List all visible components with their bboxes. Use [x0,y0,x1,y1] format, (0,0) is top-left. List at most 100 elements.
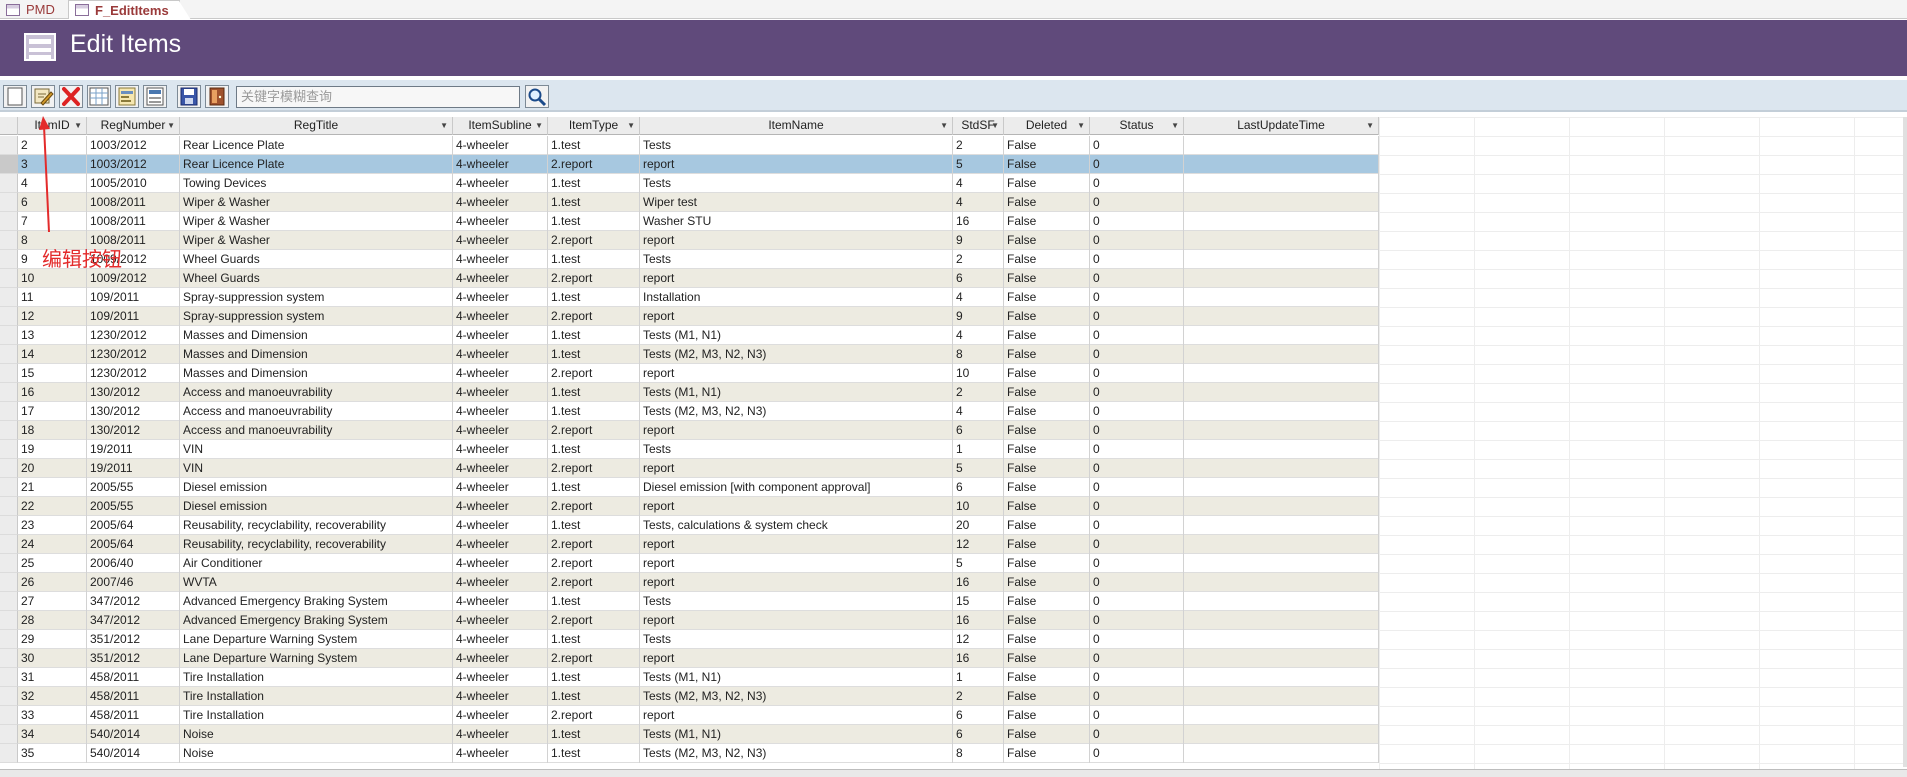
record-selector[interactable] [0,478,18,497]
cell-lastupdatetime[interactable] [1184,535,1379,554]
cell-regtitle[interactable]: Noise [180,744,453,763]
cell-regnumber[interactable]: 1003/2012 [87,136,180,155]
cell-itemid[interactable]: 25 [18,554,87,573]
cell-status[interactable]: 0 [1090,269,1184,288]
cell-itemname[interactable]: Tests (M2, M3, N2, N3) [640,402,953,421]
cell-status[interactable]: 0 [1090,174,1184,193]
cell-stdsf[interactable]: 4 [953,174,1004,193]
cell-regtitle[interactable]: VIN [180,459,453,478]
cell-itemname[interactable]: Wiper test [640,193,953,212]
cell-itemtype[interactable]: 1.test [548,592,640,611]
record-selector[interactable] [0,326,18,345]
cell-regnumber[interactable]: 2006/40 [87,554,180,573]
cell-itemname[interactable]: report [640,421,953,440]
cell-stdsf[interactable]: 4 [953,326,1004,345]
record-selector[interactable] [0,459,18,478]
new-record-button[interactable] [3,85,27,108]
table-row[interactable]: 25 2006/40 Air Conditioner 4-wheeler 2.repor… [18,554,1379,573]
cell-itemsubline[interactable]: 4-wheeler [453,668,548,687]
form-view-button[interactable] [115,85,139,108]
cell-itemtype[interactable]: 1.test [548,402,640,421]
cell-itemname[interactable]: report [640,307,953,326]
cell-lastupdatetime[interactable] [1184,687,1379,706]
cell-itemid[interactable]: 20 [18,459,87,478]
cell-itemname[interactable]: Tests [640,174,953,193]
cell-itemtype[interactable]: 2.report [548,155,640,174]
cell-itemtype[interactable]: 1.test [548,725,640,744]
cell-itemtype[interactable]: 2.report [548,497,640,516]
cell-itemtype[interactable]: 1.test [548,174,640,193]
cell-lastupdatetime[interactable] [1184,269,1379,288]
cell-regnumber[interactable]: 130/2012 [87,402,180,421]
cell-lastupdatetime[interactable] [1184,155,1379,174]
cell-itemid[interactable]: 18 [18,421,87,440]
cell-itemsubline[interactable]: 4-wheeler [453,497,548,516]
cell-deleted[interactable]: False [1004,136,1090,155]
cell-itemname[interactable]: report [640,497,953,516]
cell-deleted[interactable]: False [1004,421,1090,440]
table-row[interactable]: 9 1009/2012 Wheel Guards 4-wheeler 1.test Tes… [18,250,1379,269]
cell-lastupdatetime[interactable] [1184,250,1379,269]
cell-deleted[interactable]: False [1004,307,1090,326]
cell-itemname[interactable]: report [640,573,953,592]
cell-stdsf[interactable]: 6 [953,725,1004,744]
cell-itemname[interactable]: Tests (M1, N1) [640,725,953,744]
cell-regnumber[interactable]: 540/2014 [87,744,180,763]
cell-regtitle[interactable]: Advanced Emergency Braking System [180,592,453,611]
cell-deleted[interactable]: False [1004,250,1090,269]
cell-status[interactable]: 0 [1090,630,1184,649]
cell-status[interactable]: 0 [1090,212,1184,231]
cell-stdsf[interactable]: 6 [953,706,1004,725]
cell-itemid[interactable]: 23 [18,516,87,535]
cell-itemname[interactable]: Tests [640,630,953,649]
cell-regnumber[interactable]: 19/2011 [87,459,180,478]
cell-stdsf[interactable]: 2 [953,383,1004,402]
cell-itemtype[interactable]: 2.report [548,231,640,250]
cell-regnumber[interactable]: 351/2012 [87,630,180,649]
cell-regtitle[interactable]: Noise [180,725,453,744]
table-row[interactable]: 32 458/2011 Tire Installation 4-wheeler 1.te… [18,687,1379,706]
cell-itemtype[interactable]: 1.test [548,668,640,687]
cell-deleted[interactable]: False [1004,383,1090,402]
table-row[interactable]: 15 1230/2012 Masses and Dimension 4-wheeler… [18,364,1379,383]
cell-regtitle[interactable]: Access and manoeuvrability [180,421,453,440]
column-header-itemtype[interactable]: ItemType ▼ [548,117,640,135]
table-row[interactable]: 28 347/2012 Advanced Emergency Braking Sys… [18,611,1379,630]
table-row[interactable]: 10 1009/2012 Wheel Guards 4-wheeler 2.report… [18,269,1379,288]
cell-regtitle[interactable]: Advanced Emergency Braking System [180,611,453,630]
cell-stdsf[interactable]: 9 [953,231,1004,250]
cell-itemname[interactable]: report [640,535,953,554]
cell-itemsubline[interactable]: 4-wheeler [453,383,548,402]
record-selector[interactable] [0,706,18,725]
cell-lastupdatetime[interactable] [1184,174,1379,193]
dropdown-arrow-icon[interactable]: ▼ [74,117,82,134]
cell-itemsubline[interactable]: 4-wheeler [453,231,548,250]
cell-regtitle[interactable]: WVTA [180,573,453,592]
cell-itemid[interactable]: 32 [18,687,87,706]
cell-status[interactable]: 0 [1090,744,1184,763]
table-row[interactable]: 14 1230/2012 Masses and Dimension 4-wheeler… [18,345,1379,364]
cell-itemtype[interactable]: 2.report [548,421,640,440]
cell-stdsf[interactable]: 6 [953,421,1004,440]
cell-itemid[interactable]: 14 [18,345,87,364]
cell-status[interactable]: 0 [1090,307,1184,326]
cell-itemsubline[interactable]: 4-wheeler [453,554,548,573]
cell-regnumber[interactable]: 1230/2012 [87,364,180,383]
record-selector[interactable] [0,744,18,763]
cell-regnumber[interactable]: 458/2011 [87,668,180,687]
table-row[interactable]: 30 351/2012 Lane Departure Warning System 4… [18,649,1379,668]
cell-itemtype[interactable]: 2.report [548,706,640,725]
cell-regtitle[interactable]: Rear Licence Plate [180,155,453,174]
table-row[interactable]: 20 19/2011 VIN 4-wheeler 2.report report 5 Fals… [18,459,1379,478]
cell-itemid[interactable]: 22 [18,497,87,516]
cell-lastupdatetime[interactable] [1184,725,1379,744]
cell-itemname[interactable]: report [640,611,953,630]
cell-lastupdatetime[interactable] [1184,402,1379,421]
table-row[interactable]: 31 458/2011 Tire Installation 4-wheeler 1.te… [18,668,1379,687]
table-row[interactable]: 12 109/2011 Spray-suppression system 4-whee… [18,307,1379,326]
record-selector[interactable] [0,193,18,212]
cell-itemtype[interactable]: 1.test [548,326,640,345]
column-header-status[interactable]: Status ▼ [1090,117,1184,135]
cell-regtitle[interactable]: Spray-suppression system [180,288,453,307]
cell-lastupdatetime[interactable] [1184,573,1379,592]
